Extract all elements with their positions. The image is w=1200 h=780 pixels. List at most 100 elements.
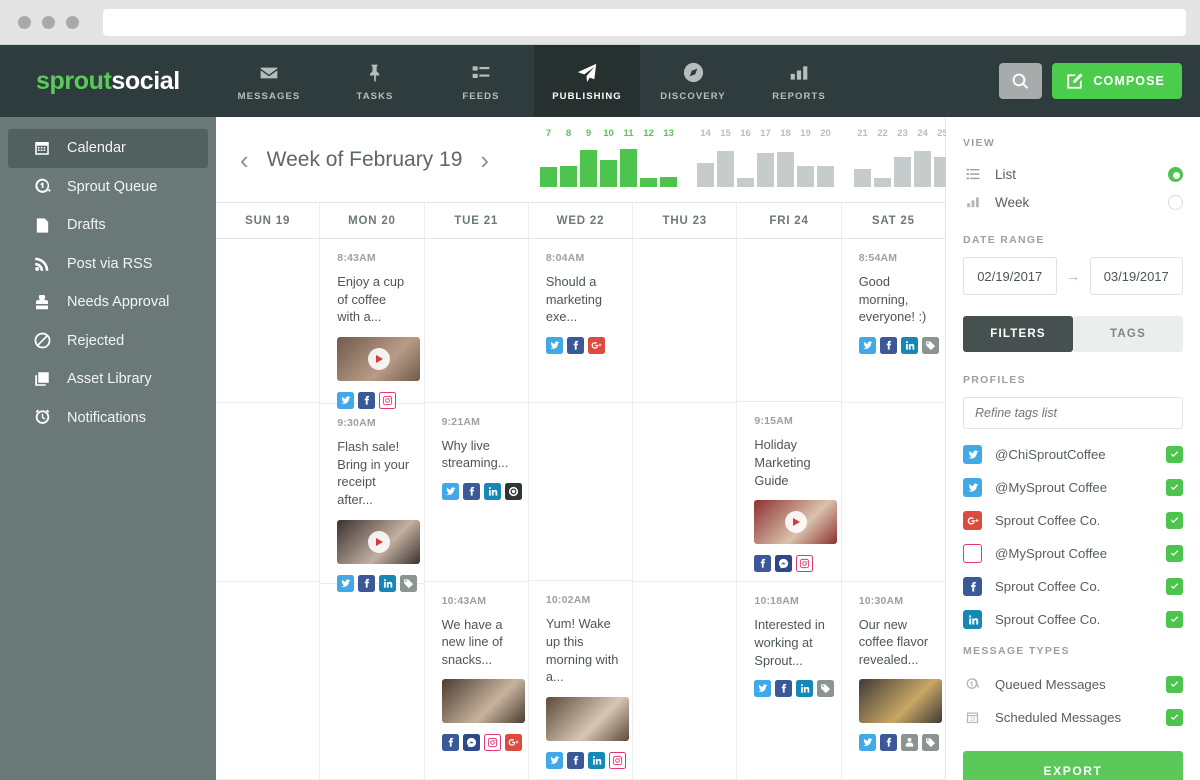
- calendar-slot[interactable]: 8:43AM Enjoy a cup of coffee with a...: [320, 239, 424, 409]
- linkedin-icon: [963, 610, 982, 629]
- profile-row-3[interactable]: @MySprout Coffee: [963, 537, 1183, 570]
- message-type-row-0[interactable]: Queued Messages: [963, 668, 1183, 701]
- view-option-week[interactable]: Week: [963, 188, 1183, 216]
- calendar-19-icon: 19: [963, 708, 982, 727]
- sidebar-item-asset-library[interactable]: Asset Library: [8, 360, 208, 399]
- sidebar-item-sprout-queue[interactable]: Sprout Queue: [8, 168, 208, 207]
- sidebar-item-calendar[interactable]: Calendar: [8, 129, 208, 168]
- post-thumbnail[interactable]: [545, 697, 629, 741]
- nav-label: DISCOVERY: [660, 90, 726, 102]
- play-button-icon[interactable]: [784, 511, 807, 534]
- calendar-slot[interactable]: 10:02AM Yum! Wake up this morning with a.…: [528, 581, 633, 780]
- message-type-checkbox[interactable]: [1166, 676, 1183, 693]
- mini-bar-chart-1[interactable]: 7 8 9 10 11 12 13: [540, 128, 677, 187]
- day-header-6: SAT 25: [871, 214, 915, 227]
- url-input[interactable]: [103, 8, 1186, 36]
- message-type-row-1[interactable]: 19 Scheduled Messages: [963, 701, 1183, 734]
- calendar-slot[interactable]: 9:30AM Flash sale! Bring in your receipt …: [320, 404, 424, 592]
- profile-checkbox[interactable]: [1166, 545, 1183, 562]
- profile-checkbox[interactable]: [1166, 512, 1183, 529]
- post-thumbnail[interactable]: [337, 519, 421, 564]
- play-button-icon[interactable]: [367, 347, 390, 370]
- calendar-slot[interactable]: [737, 239, 841, 403]
- nav-item-reports[interactable]: REPORTS: [746, 45, 852, 117]
- calendar-slot[interactable]: [320, 584, 424, 780]
- calendar-slot[interactable]: 10:30AM Our new coffee flavor revealed...: [841, 582, 945, 780]
- refine-tags-input[interactable]: [963, 397, 1183, 429]
- compose-button[interactable]: COMPOSE: [1052, 63, 1182, 99]
- message-type-checkbox[interactable]: [1166, 709, 1183, 726]
- export-button[interactable]: EXPORT: [963, 751, 1183, 780]
- maximize-dot-icon[interactable]: [66, 15, 79, 29]
- sprout-social-logo[interactable]: sprout social: [0, 45, 216, 117]
- chart-tick-label: 17: [760, 128, 771, 139]
- calendar-slot[interactable]: [216, 239, 320, 403]
- search-button[interactable]: [999, 63, 1043, 99]
- view-option-list[interactable]: List: [963, 160, 1183, 188]
- calendar-slot[interactable]: 10:43AM We have a new line of snacks...: [424, 582, 528, 780]
- post-thumbnail[interactable]: [858, 679, 942, 724]
- calendar-slot[interactable]: 9:15AM Holiday Marketing Guide: [737, 402, 841, 583]
- calendar-slot[interactable]: [633, 239, 737, 403]
- post-text: Our new coffee flavor revealed...: [858, 616, 929, 667]
- nav-item-tasks[interactable]: TASKS: [322, 45, 428, 117]
- minimize-dot-icon[interactable]: [42, 15, 55, 29]
- sidebar-item-post-via-rss[interactable]: Post via RSS: [8, 245, 208, 284]
- calendar-slot[interactable]: 9:21AM Why live streaming...: [424, 403, 528, 582]
- play-button-icon[interactable]: [367, 530, 390, 553]
- radio-week[interactable]: [1168, 194, 1183, 210]
- facebook-badge-icon: [566, 336, 584, 354]
- sidebar-item-notifications[interactable]: Notifications: [8, 399, 208, 438]
- close-dot-icon[interactable]: [18, 15, 31, 29]
- nav-items: MESSAGES TASKS FEEDS PUBLISHING DISCOVER: [216, 45, 852, 117]
- calendar-slot[interactable]: 10:18AM Interested in working at Sprout..…: [737, 582, 841, 780]
- post-thumbnail[interactable]: [441, 679, 525, 724]
- sidebar-item-label: Sprout Queue: [67, 178, 158, 195]
- calendar-slot[interactable]: [528, 403, 633, 582]
- nav-label: MESSAGES: [237, 90, 301, 102]
- tab-tags[interactable]: TAGS: [1073, 316, 1183, 352]
- date-end-input[interactable]: 03/19/2017: [1089, 257, 1183, 295]
- sidebar-item-drafts[interactable]: Drafts: [8, 206, 208, 245]
- envelope-icon: [256, 61, 282, 85]
- day-column-4: [633, 239, 738, 780]
- sidebar-item-rejected[interactable]: Rejected: [8, 322, 208, 361]
- profile-row-2[interactable]: Sprout Coffee Co.: [963, 504, 1183, 537]
- profile-checkbox[interactable]: [1166, 578, 1183, 595]
- calendar-slot[interactable]: 8:54AM Good morning, everyone! :): [841, 239, 945, 403]
- rss-icon: [32, 254, 52, 274]
- chart-tick-label: 12: [643, 128, 654, 139]
- facebook-badge-icon: [441, 734, 459, 752]
- next-week-button[interactable]: ›: [480, 147, 489, 173]
- calendar-slot[interactable]: [633, 403, 737, 582]
- profile-checkbox[interactable]: [1166, 479, 1183, 496]
- calendar-slot[interactable]: 8:04AM Should a marketing exe...: [528, 239, 633, 403]
- post-thumbnail[interactable]: [754, 500, 838, 545]
- nav-item-feeds[interactable]: FEEDS: [428, 45, 534, 117]
- right-filter-panel: VIEW List Week DATE RANGE 02/19/2017 → 0…: [946, 117, 1200, 780]
- profile-row-4[interactable]: Sprout Coffee Co.: [963, 570, 1183, 603]
- calendar-slot[interactable]: [424, 239, 528, 403]
- nav-item-discovery[interactable]: DISCOVERY: [640, 45, 746, 117]
- nav-item-publishing[interactable]: PUBLISHING: [534, 45, 640, 117]
- prev-week-button[interactable]: ‹: [240, 147, 249, 173]
- view-option-label: List: [995, 166, 1017, 182]
- post-time: 8:54AM: [858, 252, 898, 264]
- post-network-badges: [858, 336, 939, 354]
- profile-row-5[interactable]: Sprout Coffee Co.: [963, 603, 1183, 636]
- mini-bar-chart-2[interactable]: 14 15 16 17 18 19 20: [697, 128, 834, 187]
- nav-item-messages[interactable]: MESSAGES: [216, 45, 322, 117]
- profile-row-1[interactable]: @MySprout Coffee: [963, 471, 1183, 504]
- profile-checkbox[interactable]: [1166, 446, 1183, 463]
- post-thumbnail[interactable]: [337, 336, 421, 381]
- sidebar-item-needs-approval[interactable]: Needs Approval: [8, 283, 208, 322]
- tab-filters[interactable]: FILTERS: [963, 316, 1073, 352]
- profile-checkbox[interactable]: [1166, 611, 1183, 628]
- radio-list[interactable]: [1168, 166, 1183, 182]
- calendar-slot[interactable]: [216, 582, 320, 780]
- calendar-slot[interactable]: [216, 403, 320, 582]
- date-start-input[interactable]: 02/19/2017: [963, 257, 1057, 295]
- calendar-slot[interactable]: [841, 403, 945, 582]
- calendar-slot[interactable]: [633, 582, 737, 780]
- profile-row-0[interactable]: @ChiSproutCoffee: [963, 438, 1183, 471]
